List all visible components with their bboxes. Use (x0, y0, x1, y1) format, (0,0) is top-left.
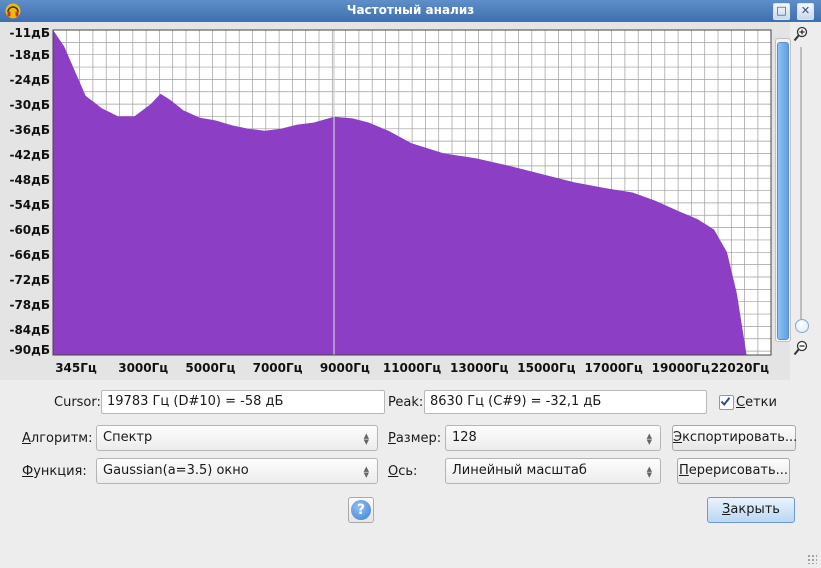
axis-value: Линейный масштаб (452, 463, 587, 478)
close-button[interactable]: Закрыть (707, 497, 795, 523)
x-tick-label: 22020Гц (711, 361, 769, 375)
help-icon: ? (351, 500, 371, 520)
grids-checkbox[interactable] (719, 395, 734, 410)
x-tick-label: 19000Гц (652, 361, 710, 375)
algorithm-value: Спектр (103, 430, 153, 445)
y-tick-label: -90дБ (9, 343, 50, 357)
redraw-button[interactable]: Перерисовать... (677, 458, 790, 484)
cursor-field[interactable]: 19783 Гц (D#10) = -58 дБ (101, 390, 385, 414)
close-window-button[interactable]: ✕ (797, 3, 814, 20)
peak-label: Peak: (388, 395, 424, 410)
size-select[interactable]: 128 ▲ ▼ (445, 425, 661, 451)
y-tick-label: -72дБ (9, 273, 50, 287)
title-bar: Частотный анализ □ ✕ (0, 0, 821, 22)
y-tick-label: -24дБ (9, 73, 50, 87)
function-label: Функция: (22, 464, 87, 479)
x-tick-label: 13000Гц (450, 361, 508, 375)
y-tick-label: -54дБ (9, 198, 50, 212)
y-tick-label: -30дБ (9, 98, 50, 112)
x-tick-label: 3000Гц (118, 361, 168, 375)
grids-label: Сетки (736, 395, 777, 410)
chevron-updown-icon: ▲ ▼ (363, 465, 369, 479)
chevron-updown-icon: ▲ ▼ (646, 432, 652, 446)
function-select[interactable]: Gaussian(a=3.5) окно ▲ ▼ (96, 458, 378, 484)
y-tick-label: -66дБ (9, 248, 50, 262)
peak-field[interactable]: 8630 Гц (C#9) = -32,1 дБ (424, 390, 707, 414)
x-tick-label: 15000Гц (517, 361, 575, 375)
size-value: 128 (452, 430, 477, 445)
y-tick-label: -84дБ (9, 323, 50, 337)
help-button[interactable]: ? (348, 497, 374, 523)
chevron-updown-icon: ▲ ▼ (363, 432, 369, 446)
y-tick-label: -60дБ (9, 223, 50, 237)
spectrum-plot[interactable]: -11дБ -18дБ -24дБ -30дБ -36дБ -42дБ -48дБ -54дБ… (0, 22, 790, 380)
algorithm-select[interactable]: Спектр ▲ ▼ (96, 425, 378, 451)
zoom-slider-track[interactable] (800, 47, 802, 331)
axis-label: Ось: (388, 464, 418, 479)
x-tick-label: 7000Гц (253, 361, 303, 375)
vertical-scrollbar[interactable] (775, 38, 791, 342)
x-tick-label: 345Гц (55, 361, 97, 375)
y-tick-label: -18дБ (9, 48, 50, 62)
zoom-in-icon[interactable] (793, 26, 809, 42)
algorithm-label: Алгоритм: (22, 431, 93, 446)
y-tick-label: -36дБ (9, 123, 50, 137)
scrollbar-thumb[interactable] (777, 42, 789, 340)
y-tick-label: -42дБ (9, 148, 50, 162)
maximize-button[interactable]: □ (773, 3, 790, 20)
chevron-updown-icon: ▲ ▼ (646, 465, 652, 479)
export-button[interactable]: Экспортировать... (672, 425, 797, 451)
x-tick-label: 9000Гц (320, 361, 370, 375)
resize-grip-icon[interactable] (807, 554, 817, 564)
zoom-slider-handle[interactable] (795, 319, 809, 333)
x-tick-label: 17000Гц (584, 361, 642, 375)
axis-select[interactable]: Линейный масштаб ▲ ▼ (445, 458, 661, 484)
zoom-out-icon[interactable] (793, 340, 809, 356)
x-tick-label: 11000Гц (383, 361, 441, 375)
function-value: Gaussian(a=3.5) окно (103, 463, 249, 478)
size-label: Размер: (388, 431, 442, 446)
cursor-label: Cursor: (54, 395, 101, 410)
window-title: Частотный анализ (346, 3, 475, 17)
y-tick-label: -48дБ (9, 173, 50, 187)
x-tick-label: 5000Гц (185, 361, 235, 375)
checkmark-icon (720, 397, 731, 407)
y-tick-label: -11дБ (9, 26, 50, 40)
y-tick-label: -78дБ (9, 298, 50, 312)
